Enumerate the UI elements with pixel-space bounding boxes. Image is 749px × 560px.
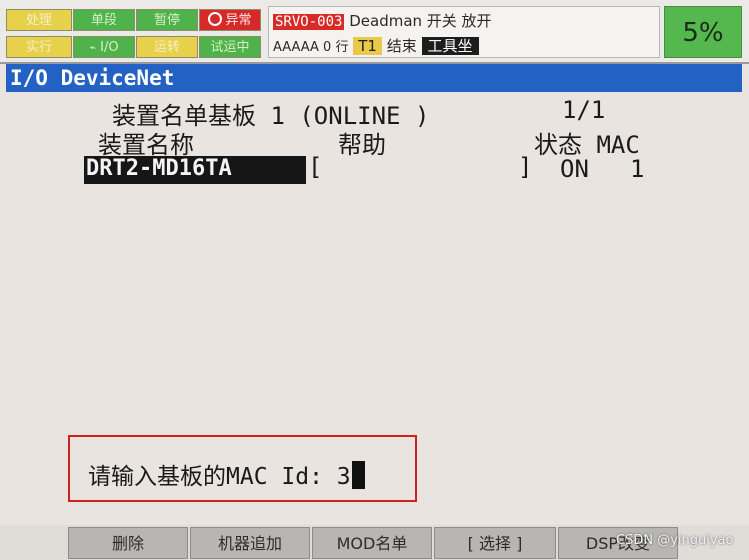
- io-lamp-label: I/O: [100, 40, 119, 55]
- exec-state: 结束: [386, 37, 417, 55]
- mac-id-value[interactable]: 3: [337, 464, 351, 490]
- running-lamp: 实行: [6, 36, 72, 58]
- io-plug-icon: ⌁: [89, 41, 97, 54]
- alarm-text: Deadman 开关 放开: [349, 12, 492, 30]
- mac-id-prompt: 请输入基板的MAC Id: 3: [68, 435, 417, 502]
- alarm-line: SRVO-003 Deadman 开关 放开: [273, 10, 492, 31]
- teach-pendant-screen: 处理 单段 暂停 异常 实行 ⌁ I/O 运转 试运中 SRVO-003 Dea…: [0, 0, 749, 560]
- program-status-line: AAAAA 0 行 T1 结束 工具坐: [273, 35, 479, 56]
- operation-lamp: 运转: [136, 36, 198, 58]
- io-lamp: ⌁ I/O: [73, 36, 135, 58]
- processing-lamp: 处理: [6, 9, 72, 31]
- message-area: SRVO-003 Deadman 开关 放开 AAAAA 0 行 T1 结束 工…: [268, 6, 660, 58]
- testing-lamp: 试运中: [199, 36, 261, 58]
- device-name: DRT2-MD16TA: [84, 156, 234, 181]
- help-field-close: ]: [518, 153, 533, 181]
- text-cursor: [351, 461, 365, 489]
- hold-lamp: 暂停: [136, 9, 198, 31]
- help-field-open: [: [308, 153, 323, 181]
- coord-frame-badge: 工具坐: [421, 37, 479, 55]
- device-name-cell[interactable]: DRT2-MD16TA: [84, 156, 306, 184]
- screen-title: I/O DeviceNet: [6, 64, 742, 92]
- device-mac: 1: [630, 155, 645, 183]
- device-status: ON: [560, 155, 589, 183]
- page-indicator: 1/1: [562, 96, 606, 124]
- column-header-help: 帮助: [338, 131, 386, 159]
- column-header-name: 装置名称: [98, 131, 194, 159]
- step-lamp: 单段: [73, 9, 135, 31]
- program-line: AAAAA 0 行: [273, 40, 349, 55]
- alarm-code: SRVO-003: [273, 14, 345, 30]
- fault-circle-icon: [208, 12, 223, 26]
- fault-lamp-label: 异常: [225, 13, 252, 28]
- prompt-label: 请输入基板的MAC Id:: [88, 464, 337, 490]
- watermark: CSDN @yinguiyao: [616, 533, 734, 548]
- select-button[interactable]: [ 选择 ]: [434, 527, 556, 559]
- add-device-button[interactable]: 机器追加: [190, 527, 310, 559]
- mod-list-button[interactable]: MOD名单: [312, 527, 432, 559]
- speed-override[interactable]: 5%: [664, 6, 742, 58]
- mac-id-input-line[interactable]: 请输入基板的MAC Id: 3: [88, 457, 365, 491]
- status-bar: 处理 单段 暂停 异常 实行 ⌁ I/O 运转 试运中 SRVO-003 Dea…: [0, 0, 749, 64]
- mode-badge: T1: [353, 37, 382, 55]
- delete-button[interactable]: 删除: [68, 527, 188, 559]
- fault-lamp: 异常: [199, 9, 261, 31]
